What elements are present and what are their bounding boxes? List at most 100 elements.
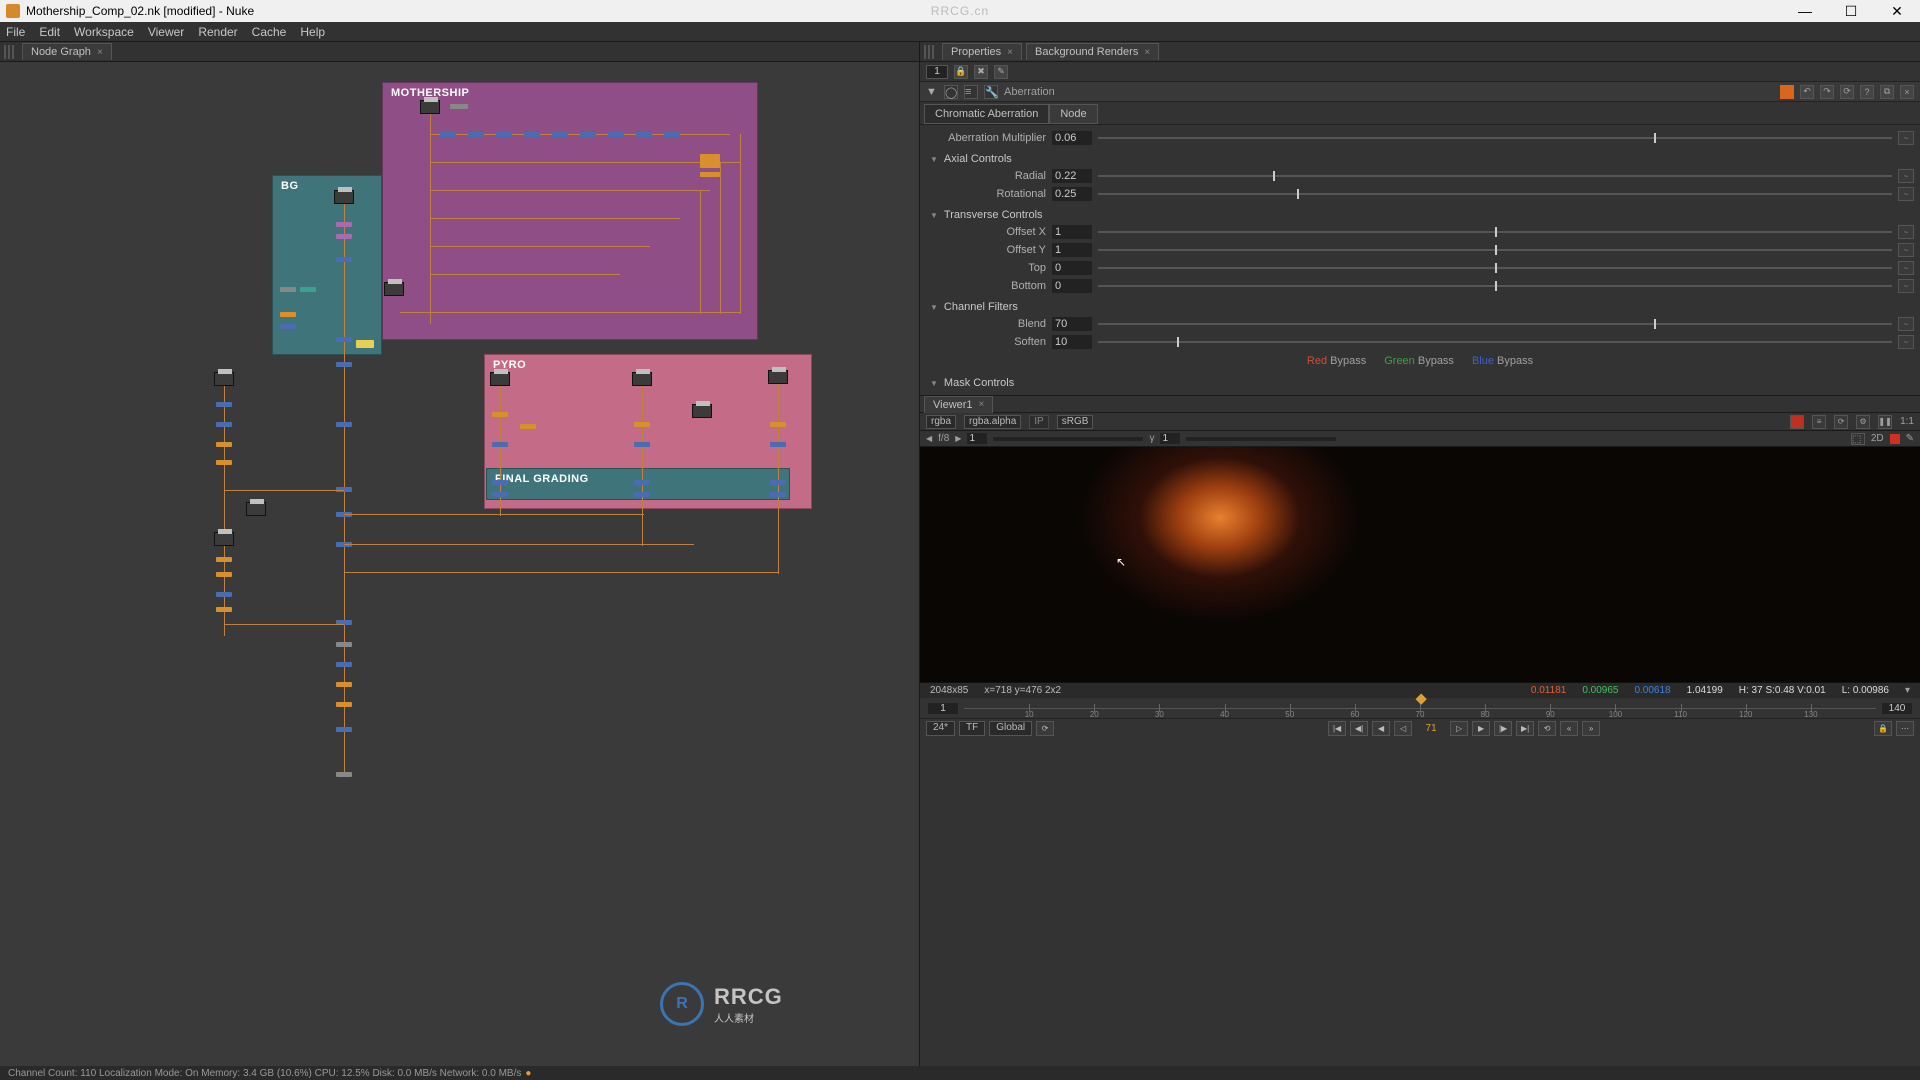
next-key-button[interactable]: |▶ xyxy=(1494,721,1512,736)
timeline[interactable]: 102030405060708090100110120130 xyxy=(920,698,1920,718)
disclosure-icon[interactable]: ▼ xyxy=(926,86,938,98)
close-icon[interactable]: × xyxy=(1007,47,1013,58)
pause-icon[interactable]: ❚❚ xyxy=(1878,415,1892,429)
go-end-button[interactable]: ▶| xyxy=(1516,721,1534,736)
play-button[interactable]: ▷ xyxy=(1450,721,1468,736)
gear-icon[interactable]: ⚙ xyxy=(1856,415,1870,429)
zoom-ratio[interactable]: 1:1 xyxy=(1900,416,1914,427)
node[interactable] xyxy=(356,340,374,348)
step-back-button[interactable]: ◀ xyxy=(1372,721,1390,736)
node[interactable] xyxy=(336,257,352,262)
viewer-viewport[interactable]: ↖ xyxy=(920,447,1920,682)
curve-icon[interactable]: ~ xyxy=(1898,131,1914,145)
go-start-button[interactable]: |◀ xyxy=(1328,721,1346,736)
multiplier-slider[interactable] xyxy=(1098,132,1892,144)
green-bypass-checkbox[interactable]: Bypass xyxy=(1418,355,1454,367)
wrench-icon[interactable]: 🔧 xyxy=(984,85,998,99)
read-node[interactable] xyxy=(768,370,788,384)
scope-select[interactable]: Global xyxy=(989,721,1032,736)
group-axial[interactable]: Axial Controls xyxy=(930,153,1914,165)
undo-icon[interactable]: ↶ xyxy=(1800,85,1814,99)
node[interactable] xyxy=(336,702,352,707)
node[interactable] xyxy=(280,287,296,292)
node[interactable] xyxy=(280,312,296,317)
read-node[interactable] xyxy=(490,372,510,386)
maximize-button[interactable]: ☐ xyxy=(1828,0,1874,22)
curve-icon[interactable]: ~ xyxy=(1898,187,1914,201)
curve-icon[interactable]: ~ xyxy=(1898,243,1914,257)
alpha-select[interactable]: rgba.alpha xyxy=(964,415,1021,429)
prev-key-button[interactable]: ◀| xyxy=(1350,721,1368,736)
clear-icon[interactable]: ✖ xyxy=(974,65,988,79)
multiplier-input[interactable] xyxy=(1052,131,1092,145)
node[interactable] xyxy=(336,222,352,227)
node[interactable] xyxy=(336,772,352,777)
menu-workspace[interactable]: Workspace xyxy=(74,25,134,39)
lock-icon[interactable]: 🔒 xyxy=(1874,721,1892,736)
node[interactable] xyxy=(336,234,352,239)
pencil-icon[interactable]: ✎ xyxy=(1906,433,1914,444)
max-panels-input[interactable] xyxy=(926,65,948,79)
node[interactable] xyxy=(608,132,624,137)
read-node[interactable] xyxy=(384,282,404,296)
node[interactable] xyxy=(634,492,650,497)
read-node[interactable] xyxy=(214,532,234,546)
node[interactable] xyxy=(216,607,232,612)
curve-icon[interactable]: ~ xyxy=(1898,279,1914,293)
next-icon[interactable]: ▶ xyxy=(955,434,961,443)
group-filters[interactable]: Channel Filters xyxy=(930,301,1914,313)
clip-warning-icon[interactable] xyxy=(1790,415,1804,429)
curve-icon[interactable]: ~ xyxy=(1898,261,1914,275)
node[interactable] xyxy=(336,662,352,667)
read-node[interactable] xyxy=(420,100,440,114)
fps-select[interactable]: 24* xyxy=(926,721,955,736)
bottom-input[interactable] xyxy=(1052,279,1092,293)
menu-viewer[interactable]: Viewer xyxy=(148,25,184,39)
curve-icon[interactable]: ~ xyxy=(1898,225,1914,239)
settings-icon[interactable]: ⋯ xyxy=(1896,721,1914,736)
node[interactable] xyxy=(336,642,352,647)
node[interactable] xyxy=(336,362,352,367)
list-icon[interactable]: ≡ xyxy=(1812,415,1826,429)
read-node[interactable] xyxy=(334,190,354,204)
offsetx-slider[interactable] xyxy=(1098,226,1892,238)
menu-help[interactable]: Help xyxy=(300,25,325,39)
edit-icon[interactable]: ✎ xyxy=(994,65,1008,79)
node[interactable] xyxy=(440,132,456,137)
tab-viewer1[interactable]: Viewer1× xyxy=(924,396,993,413)
minimize-button[interactable]: — xyxy=(1782,0,1828,22)
read-node[interactable] xyxy=(214,372,234,386)
node[interactable] xyxy=(770,442,786,447)
group-mask[interactable]: Mask Controls xyxy=(930,377,1914,389)
backdrop-mothership[interactable]: MOTHERSHIP xyxy=(382,82,758,340)
node[interactable] xyxy=(634,442,650,447)
node[interactable] xyxy=(216,557,232,562)
node[interactable] xyxy=(770,492,786,497)
node[interactable] xyxy=(280,324,296,329)
node[interactable] xyxy=(336,727,352,732)
bottom-slider[interactable] xyxy=(1098,280,1892,292)
node[interactable] xyxy=(216,572,232,577)
frame-start-input[interactable] xyxy=(928,703,958,714)
node-color-swatch[interactable] xyxy=(1780,85,1794,99)
soften-slider[interactable] xyxy=(1098,336,1892,348)
sync-icon[interactable]: ⟳ xyxy=(1036,721,1054,736)
close-icon[interactable]: × xyxy=(1144,47,1150,58)
node[interactable] xyxy=(700,154,720,168)
buffer-a-input[interactable] xyxy=(967,433,987,444)
node[interactable] xyxy=(700,172,720,177)
node[interactable] xyxy=(492,480,508,485)
panel-grip-icon[interactable] xyxy=(924,45,936,59)
node[interactable] xyxy=(664,132,680,137)
node-graph-canvas[interactable]: MOTHERSHIP BG PYRO FINAL GRADING xyxy=(0,62,919,1066)
refresh-icon[interactable]: ⟳ xyxy=(1834,415,1848,429)
node[interactable] xyxy=(300,287,316,292)
node[interactable] xyxy=(634,422,650,427)
top-slider[interactable] xyxy=(1098,262,1892,274)
float-icon[interactable]: ⧉ xyxy=(1880,85,1894,99)
node[interactable] xyxy=(336,422,352,427)
offsetx-input[interactable] xyxy=(1052,225,1092,239)
read-node[interactable] xyxy=(692,404,712,418)
tab-node-graph[interactable]: Node Graph × xyxy=(22,43,112,60)
node[interactable] xyxy=(770,422,786,427)
